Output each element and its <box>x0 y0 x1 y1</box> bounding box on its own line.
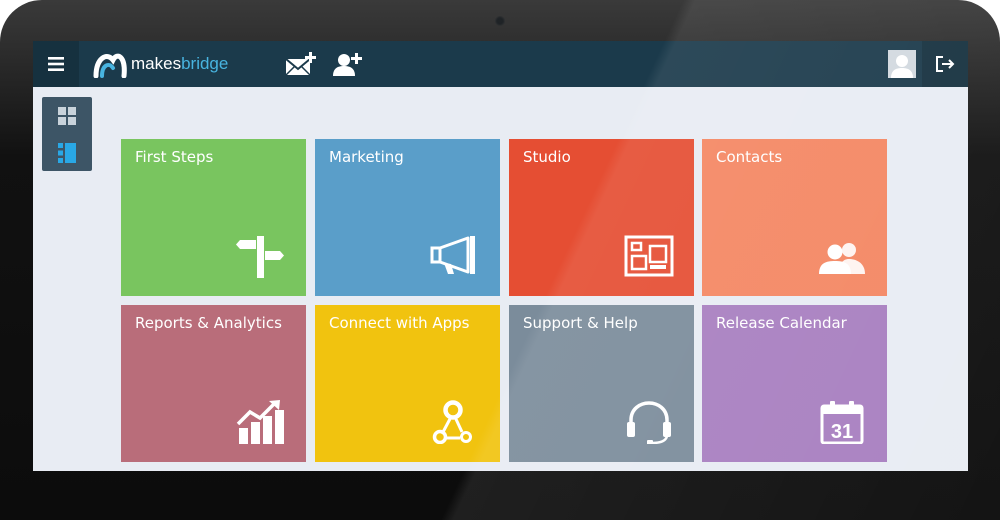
add-contact-button[interactable] <box>330 50 366 78</box>
view-switcher <box>42 97 92 171</box>
app-screen: makesbridge First Steps Marketing Studio… <box>33 41 968 471</box>
tile-title: Contacts <box>716 148 783 166</box>
tile-title: First Steps <box>135 148 214 166</box>
calendar-icon: 31 <box>820 401 864 444</box>
headset-icon <box>627 401 671 444</box>
device-frame: makesbridge First Steps Marketing Studio… <box>0 0 1000 520</box>
logo-text-prefix: makes <box>131 54 182 73</box>
calendar-day-number: 31 <box>831 421 853 443</box>
layout-icon <box>624 235 674 277</box>
contacts-icon <box>819 243 865 274</box>
compose-email-button[interactable] <box>284 50 320 78</box>
logout-icon <box>936 56 955 72</box>
list-view-button[interactable] <box>42 134 92 171</box>
logo[interactable]: makesbridge <box>93 49 228 79</box>
tile-title: Reports & Analytics <box>135 314 282 332</box>
list-view-icon <box>58 142 76 163</box>
tile-title: Support & Help <box>523 314 638 332</box>
camera <box>495 16 505 26</box>
tile-contacts[interactable]: Contacts <box>702 139 887 296</box>
tile-release-calendar[interactable]: Release Calendar 31 <box>702 305 887 462</box>
top-navigation-bar: makesbridge <box>33 41 968 87</box>
connect-icon <box>432 400 472 444</box>
tile-support-help[interactable]: Support & Help <box>509 305 694 462</box>
tile-marketing[interactable]: Marketing <box>315 139 500 296</box>
makesbridge-logo-icon <box>93 53 127 78</box>
logo-text: makesbridge <box>131 54 228 74</box>
tile-first-steps[interactable]: First Steps <box>121 139 306 296</box>
logout-button[interactable] <box>922 41 968 87</box>
tile-title: Release Calendar <box>716 314 847 332</box>
logo-text-suffix: bridge <box>181 54 229 73</box>
tile-studio[interactable]: Studio <box>509 139 694 296</box>
avatar[interactable] <box>888 50 916 78</box>
signpost-icon <box>236 236 284 278</box>
tile-reports-analytics[interactable]: Reports & Analytics <box>121 305 306 462</box>
chart-icon <box>236 400 284 444</box>
tile-connect-with-apps[interactable]: Connect with Apps <box>315 305 500 462</box>
user-add-icon <box>333 53 362 76</box>
tile-title: Connect with Apps <box>329 314 470 332</box>
menu-button[interactable] <box>33 41 79 87</box>
tile-title: Studio <box>523 148 571 166</box>
megaphone-icon <box>430 236 475 274</box>
user-avatar-icon <box>888 50 916 78</box>
grid-view-icon <box>58 106 76 125</box>
envelope-add-icon <box>285 52 316 76</box>
tile-title: Marketing <box>329 148 404 166</box>
hamburger-icon <box>48 57 64 71</box>
grid-view-button[interactable] <box>42 97 92 134</box>
